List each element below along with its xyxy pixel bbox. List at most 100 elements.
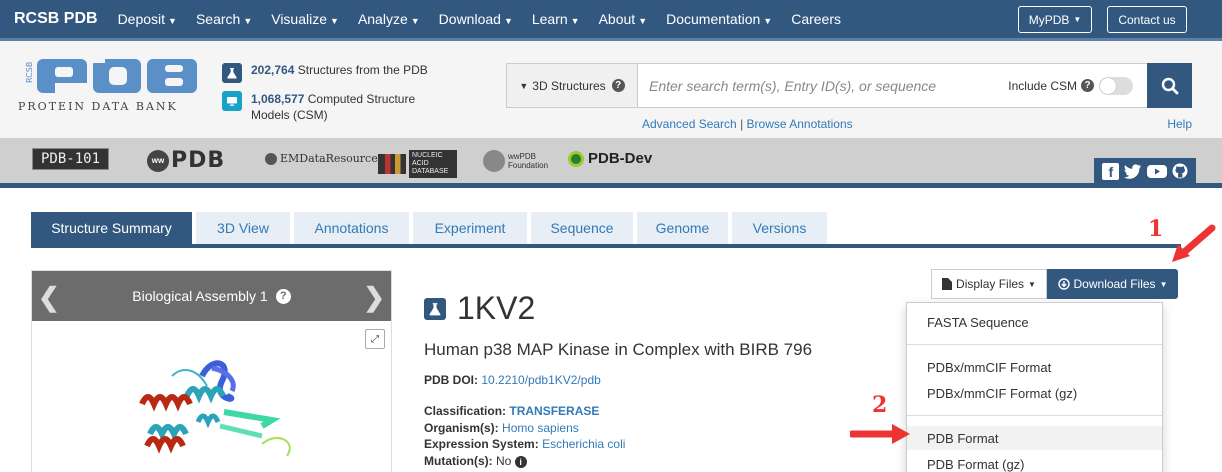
browse-annotations-link[interactable]: Browse Annotations	[747, 117, 853, 131]
search-type-label: 3D Structures	[532, 78, 606, 93]
foundation-label-2: Foundation	[508, 161, 549, 170]
advanced-search-link[interactable]: Advanced Search	[642, 117, 737, 131]
nav-search-label: Search	[195, 11, 241, 27]
classification-link[interactable]: TRANSFERASE	[509, 404, 599, 418]
tab-structure-summary[interactable]: Structure Summary	[31, 212, 192, 244]
stat2-text: Computed Structure	[307, 92, 416, 106]
tab-experiment[interactable]: Experiment	[413, 212, 527, 244]
nav-analyze-label: Analyze	[357, 11, 408, 27]
search-input[interactable]	[638, 77, 1009, 94]
nav-documentation[interactable]: Documentation ▼	[666, 11, 772, 27]
expression-system-label: Expression System:	[424, 437, 539, 451]
chevron-left-icon[interactable]: ❮	[38, 282, 60, 313]
stat-pdb-structures[interactable]: 202,764 Structures from the PDB	[222, 63, 428, 83]
nav-deposit[interactable]: Deposit ▼	[118, 11, 177, 27]
nav-visualize[interactable]: Visualize ▼	[271, 11, 339, 27]
brand-link[interactable]: RCSB PDB	[14, 10, 98, 28]
stat1-count: 202,764	[251, 63, 295, 77]
caret-down-icon: ▼	[410, 16, 420, 26]
twitter-icon[interactable]	[1124, 163, 1142, 179]
search-button[interactable]	[1147, 63, 1192, 108]
nav-learn[interactable]: Learn ▼	[532, 11, 580, 27]
menu-item-mmcif[interactable]: PDBx/mmCIF Format	[907, 355, 1162, 379]
foundation-icon	[483, 150, 505, 172]
emdataresource-logo[interactable]: EMDataResource	[265, 152, 378, 165]
youtube-icon[interactable]	[1146, 164, 1167, 179]
organism-link[interactable]: Homo sapiens	[502, 421, 579, 435]
help-circle-icon[interactable]: ?	[611, 79, 625, 92]
help-circle-icon[interactable]: ?	[275, 288, 291, 304]
include-csm-toggle[interactable]: Include CSM ?	[1008, 76, 1133, 95]
caret-down-icon: ▼	[243, 16, 253, 26]
tab-sequence[interactable]: Sequence	[531, 212, 633, 244]
emdb-icon	[265, 152, 277, 165]
caret-down-icon: ▼	[519, 80, 529, 91]
flask-icon	[222, 63, 242, 83]
entry-id: 1KV2	[457, 290, 536, 326]
annotation-step-2: 2	[872, 392, 888, 418]
tab-genome[interactable]: Genome	[637, 212, 728, 244]
doi-link[interactable]: 10.2210/pdb1KV2/pdb	[481, 373, 600, 387]
nakb-icon	[378, 154, 406, 174]
menu-item-fasta[interactable]: FASTA Sequence	[907, 310, 1162, 334]
menu-item-mmcif-gz[interactable]: PDBx/mmCIF Format (gz)	[907, 381, 1162, 405]
stat2-text2: Models (CSM)	[251, 108, 328, 122]
chevron-right-icon[interactable]: ❯	[363, 282, 385, 313]
expand-icon[interactable]: ⤢	[365, 329, 385, 349]
nav-about-label: About	[598, 11, 636, 27]
tab-annotations[interactable]: Annotations	[294, 212, 409, 244]
nav-careers[interactable]: Careers	[791, 11, 841, 27]
search-type-dropdown[interactable]: ▼ 3D Structures ?	[507, 64, 638, 107]
github-icon[interactable]	[1172, 163, 1188, 179]
globe-icon: ww	[147, 149, 169, 172]
nav-documentation-label: Documentation	[666, 11, 761, 27]
expression-system-link[interactable]: Escherichia coli	[542, 437, 625, 451]
foundation-label-1: wwPDB	[508, 152, 537, 161]
nakb-label: NUCLEIC ACID DATABASE	[409, 150, 457, 178]
nav-download[interactable]: Download ▼	[439, 11, 513, 27]
protein-structure-image[interactable]	[112, 346, 312, 456]
nakb-logo[interactable]: NUCLEIC ACID DATABASE	[378, 150, 457, 178]
red-arrow-icon	[1172, 224, 1216, 262]
caret-down-icon: ▼	[503, 16, 513, 26]
help-circle-icon[interactable]: ?	[1081, 79, 1094, 92]
emdb-label: EMDataResource	[280, 152, 378, 165]
nav-analyze[interactable]: Analyze ▼	[358, 11, 420, 27]
search-icon	[1161, 77, 1178, 94]
social-links: f	[1094, 158, 1196, 184]
partner-bar: PDB-101 ww PDB EMDataResource NUCLEIC AC…	[0, 138, 1222, 188]
contact-us-button[interactable]: Contact us	[1107, 6, 1187, 33]
assembly-title: Biological Assembly 1	[132, 288, 268, 304]
pdb101-logo[interactable]: PDB-101	[32, 148, 110, 170]
entry-title: Human p38 MAP Kinase in Complex with BIR…	[424, 340, 813, 359]
rcsb-pdb-logo[interactable]: RCSB PROTEIN DATA BANK	[17, 55, 207, 118]
wwpdb-foundation-logo[interactable]: wwPDB Foundation	[483, 150, 548, 172]
info-icon[interactable]: i	[514, 455, 527, 468]
organism-label: Organism(s):	[424, 420, 499, 435]
mutation-value: No	[496, 453, 512, 468]
entry-id-heading: 1KV2	[424, 290, 535, 327]
caret-down-icon: ▼	[168, 16, 177, 26]
svg-text:RCSB: RCSB	[25, 62, 34, 83]
tab-3d-view[interactable]: 3D View	[196, 212, 290, 244]
menu-divider	[907, 344, 1162, 345]
search-links: Advanced Search | Browse Annotations	[642, 117, 853, 131]
csm-toggle-switch[interactable]	[1099, 76, 1133, 95]
mypdb-label: MyPDB	[1028, 12, 1070, 27]
mypdb-button[interactable]: MyPDB ▼	[1018, 6, 1092, 33]
stat-csm[interactable]: 1,068,577 Computed Structure Models (CSM)	[222, 91, 428, 123]
tab-versions[interactable]: Versions	[732, 212, 827, 244]
facebook-icon[interactable]: f	[1102, 162, 1120, 180]
display-files-button[interactable]: Display Files ▼	[931, 269, 1047, 299]
caret-down-icon: ▼	[1028, 279, 1036, 289]
download-files-button[interactable]: Download Files ▼	[1047, 269, 1178, 299]
pdb-dev-logo[interactable]: PDB-Dev	[568, 150, 652, 167]
help-link[interactable]: Help	[1167, 117, 1192, 131]
annotation-step-1: 1	[1148, 216, 1164, 242]
nav-about[interactable]: About ▼	[599, 11, 648, 27]
nav-search[interactable]: Search ▼	[196, 11, 252, 27]
menu-item-pdb-format[interactable]: PDB Format	[907, 426, 1162, 450]
wwpdb-logo[interactable]: ww PDB	[147, 148, 225, 173]
menu-item-pdb-format-gz[interactable]: PDB Format (gz)	[907, 452, 1162, 472]
nav-visualize-label: Visualize	[271, 11, 328, 27]
